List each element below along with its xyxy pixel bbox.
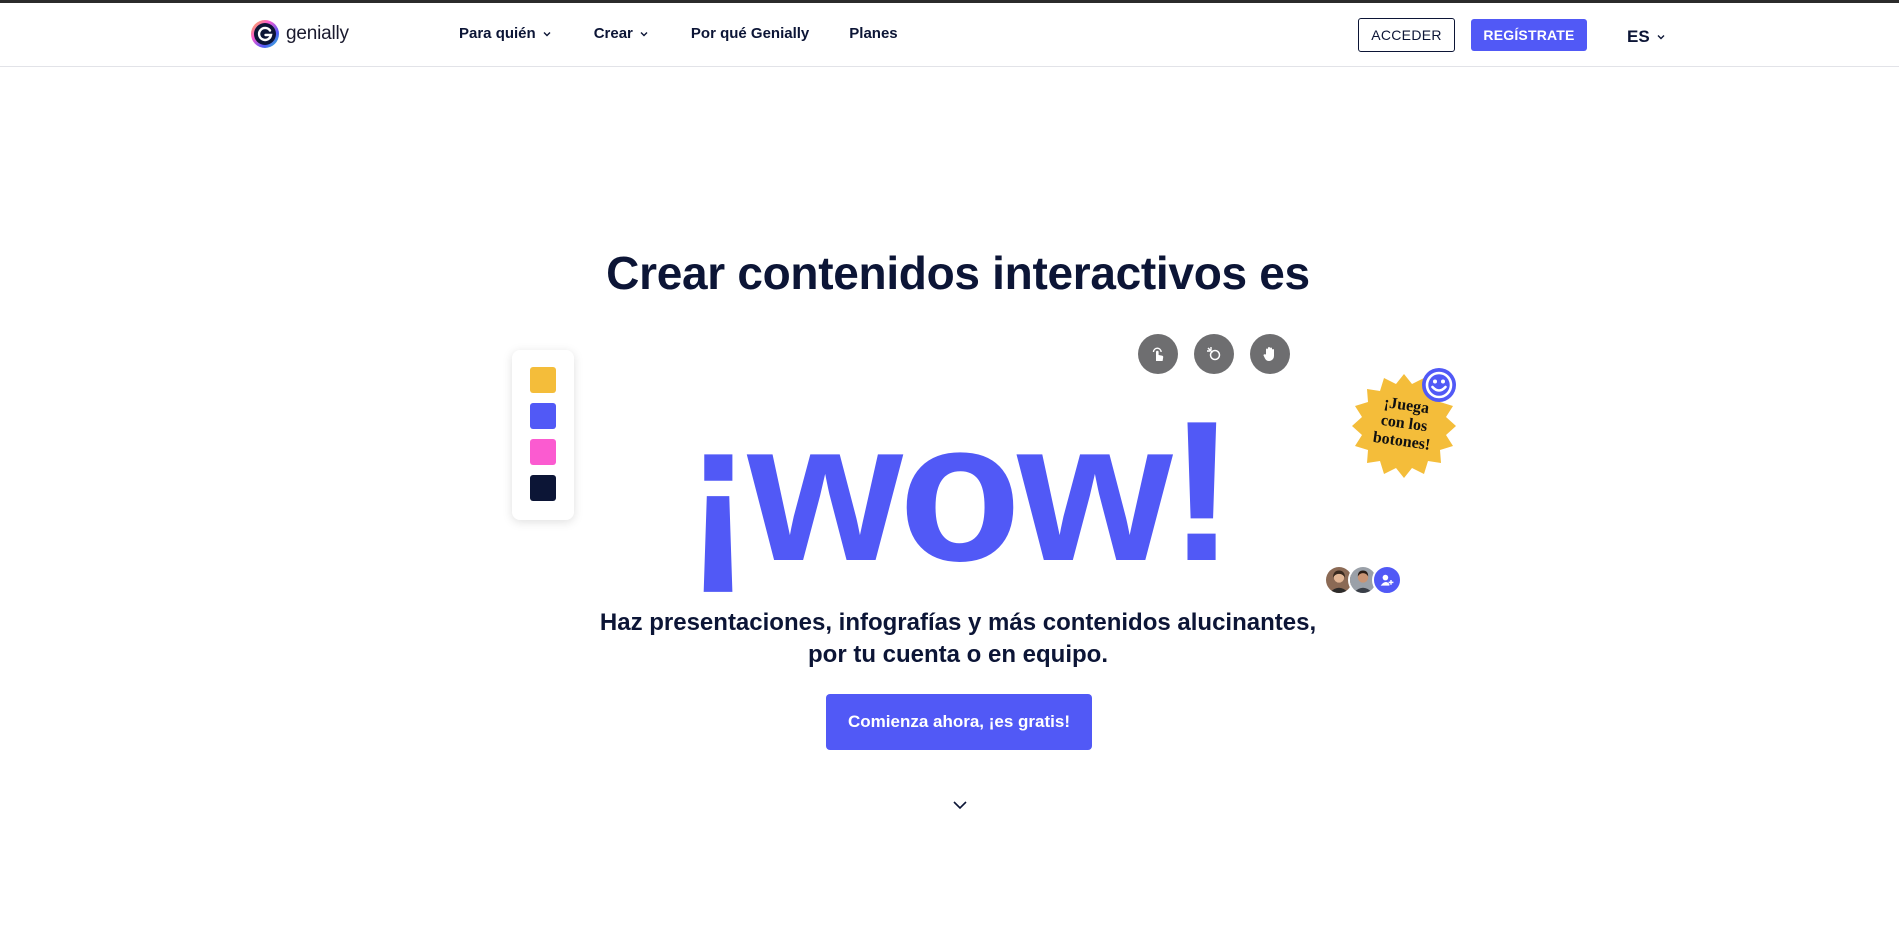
nav-crear[interactable]: Crear xyxy=(594,25,649,42)
nav-para-quien[interactable]: Para quién xyxy=(459,25,552,42)
tap-tool-button[interactable] xyxy=(1138,334,1178,374)
genially-logo[interactable]: genially xyxy=(250,19,349,49)
smiley-icon xyxy=(1422,368,1456,402)
nav-para-quien-label: Para quién xyxy=(459,25,536,42)
genially-logo-icon xyxy=(251,20,279,48)
language-label: ES xyxy=(1627,27,1650,46)
main-nav: Para quién Crear Por qué Genially Planes xyxy=(459,25,898,42)
nav-planes-label: Planes xyxy=(849,25,898,42)
collaborators xyxy=(1324,565,1402,595)
registrate-button[interactable]: REGÍSTRATE xyxy=(1471,19,1587,51)
start-free-button[interactable]: Comienza ahora, ¡es gratis! xyxy=(826,694,1092,750)
chevron-down-icon xyxy=(640,31,648,36)
nav-planes[interactable]: Planes xyxy=(849,25,897,42)
site-header: genially Para quién Crear Por qué Genial… xyxy=(0,3,1899,67)
hand-icon xyxy=(1263,347,1274,361)
logo-text: genially xyxy=(286,23,349,44)
nav-por-que-label: Por qué Genially xyxy=(690,25,810,42)
swatch-yellow[interactable] xyxy=(530,367,556,393)
add-collaborator-button[interactable] xyxy=(1372,565,1402,595)
chevron-down-icon xyxy=(543,31,551,36)
language-selector[interactable]: ES xyxy=(1627,27,1666,47)
subtitle-line-1: Haz presentaciones, infografías y más co… xyxy=(599,609,1317,636)
hand-tool-button[interactable] xyxy=(1250,334,1290,374)
nav-crear-label: Crear xyxy=(593,25,633,42)
hero-subtitle: Haz presentaciones, infografías y más co… xyxy=(0,607,1899,671)
add-user-icon xyxy=(1380,574,1394,586)
click-tool-button[interactable] xyxy=(1194,334,1234,374)
nav-por-que-genially[interactable]: Por qué Genially xyxy=(691,25,809,42)
subtitle-line-2: por tu cuenta o en equipo. xyxy=(808,641,1108,668)
chevron-down-icon xyxy=(1657,35,1665,40)
hero-title: Crear contenidos interactivos es xyxy=(606,247,1310,299)
cursor-click-icon xyxy=(1207,347,1221,361)
wow-headline: ¡wow! xyxy=(684,380,1236,603)
interaction-tools xyxy=(1138,334,1290,374)
scroll-down-chevron-icon[interactable] xyxy=(952,799,968,811)
tap-icon xyxy=(1152,347,1164,361)
acceder-button[interactable]: ACCEDER xyxy=(1358,18,1455,52)
